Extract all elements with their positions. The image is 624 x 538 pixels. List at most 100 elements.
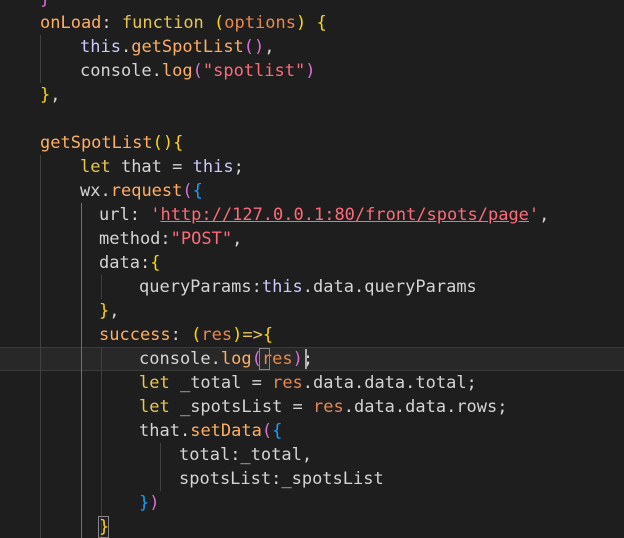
- code-token: log: [220, 349, 252, 369]
- code-token: ,: [50, 85, 61, 105]
- code-token: ): [295, 13, 307, 33]
- code-token: ': [528, 205, 540, 225]
- code-token: .data.data.total;: [302, 373, 477, 393]
- code-token: function: [121, 13, 204, 33]
- code-line-2[interactable]: onLoad: function (options) {: [40, 11, 327, 35]
- code-token: ): [232, 325, 243, 345]
- code-token: wx: [80, 181, 101, 201]
- code-token: ): [292, 349, 303, 369]
- code-token: _total =: [169, 373, 273, 393]
- code-token: ,: [109, 301, 120, 321]
- text-cursor: [305, 349, 307, 369]
- code-token: :_spotsList: [271, 469, 384, 489]
- code-line-14[interactable]: },: [99, 299, 120, 323]
- code-token: success: [99, 325, 171, 345]
- code-line-4[interactable]: console.log("spotlist"): [80, 59, 315, 83]
- code-token: :: [129, 205, 151, 225]
- code-token: {: [192, 181, 203, 201]
- code-token: console: [139, 349, 211, 369]
- code-line-22[interactable]: }): [139, 491, 160, 515]
- code-token: url: [99, 205, 130, 225]
- code-token: :: [160, 229, 171, 249]
- code-token: (){: [152, 133, 184, 153]
- code-token: :: [101, 13, 122, 33]
- code-line-20[interactable]: total:_total,: [179, 443, 312, 467]
- code-token: (): [243, 37, 265, 57]
- code-line-9[interactable]: wx.request({: [80, 179, 203, 203]
- code-line-15[interactable]: success: (res)=>{: [99, 323, 273, 347]
- code-line-18[interactable]: let _spotsList = res.data.data.rows;: [139, 395, 508, 419]
- code-token: ,: [264, 37, 275, 57]
- code-token: .: [100, 181, 111, 201]
- indent-guide: [101, 347, 102, 538]
- code-token: log: [161, 61, 193, 81]
- code-token: setData: [190, 421, 262, 441]
- code-token: (: [191, 325, 202, 345]
- code-token: }: [40, 85, 51, 105]
- code-token: this: [192, 157, 234, 177]
- code-token: let: [139, 373, 170, 393]
- code-line-7[interactable]: getSpotList(){: [40, 131, 183, 155]
- code-token: .: [151, 61, 162, 81]
- code-token: :_total,: [230, 445, 313, 465]
- code-token: ): [149, 493, 160, 513]
- code-token: getSpotList: [40, 133, 153, 153]
- code-token: onLoad: [40, 13, 102, 33]
- code-line-8[interactable]: let that = this;: [80, 155, 244, 179]
- code-token: (: [192, 61, 203, 81]
- code-token: that: [139, 421, 180, 441]
- code-token: }: [40, 0, 50, 9]
- code-token: (: [261, 421, 273, 441]
- code-token: this: [261, 277, 303, 297]
- bracket-match-open: [259, 348, 270, 370]
- code-token: .: [179, 421, 191, 441]
- code-token: getSpotList: [131, 37, 244, 57]
- url-link[interactable]: http://127.0.0.1:80/front/spots/page: [160, 205, 528, 225]
- code-line-1[interactable]: }: [40, 0, 50, 11]
- code-token: }: [139, 493, 150, 513]
- code-token: options: [224, 13, 296, 33]
- code-token: method: [99, 229, 161, 249]
- code-token: res: [272, 373, 303, 393]
- code-token: :: [139, 253, 151, 273]
- code-line-21[interactable]: spotsList:_spotsList: [179, 467, 384, 491]
- code-token: "POST": [170, 229, 233, 249]
- code-token: ': [150, 205, 161, 225]
- code-token: let: [80, 157, 111, 177]
- code-token: {: [262, 325, 274, 345]
- code-token: {: [316, 13, 327, 33]
- code-line-13[interactable]: queryParams:this.data.queryParams: [139, 275, 477, 299]
- code-token: }: [99, 301, 110, 321]
- indent-guide-active: [81, 203, 82, 538]
- bracket-match-close: [98, 516, 109, 538]
- code-line-16[interactable]: console.log(res);: [139, 347, 313, 371]
- code-token: request: [110, 181, 183, 201]
- code-line-10[interactable]: url: 'http://127.0.0.1:80/front/spots/pa…: [99, 203, 549, 227]
- code-token: that =: [110, 157, 193, 177]
- code-token: {: [150, 253, 161, 273]
- code-line-11[interactable]: method:"POST",: [99, 227, 242, 251]
- indent-guide: [40, 155, 41, 538]
- code-token: this: [80, 37, 121, 57]
- code-token: queryParams: [139, 277, 252, 297]
- indent-guide: [40, 35, 41, 83]
- code-token: ,: [232, 229, 243, 249]
- code-token: total: [179, 445, 231, 465]
- code-line-5[interactable]: },: [40, 83, 61, 107]
- code-token: :: [251, 277, 262, 297]
- code-token: ): [305, 61, 316, 81]
- code-line-12[interactable]: data:{: [99, 251, 160, 275]
- code-line-19[interactable]: that.setData({: [139, 419, 282, 443]
- code-line-17[interactable]: let _total = res.data.data.total;: [139, 371, 477, 395]
- code-line-3[interactable]: this.getSpotList(),: [80, 35, 275, 59]
- code-token: ;: [233, 157, 244, 177]
- code-token: .data.data.rows;: [343, 397, 508, 417]
- code-token: :: [170, 325, 192, 345]
- code-editor[interactable]: } onLoad: function (options) { this.getS…: [0, 0, 624, 538]
- code-token: {: [272, 421, 283, 441]
- code-token: console: [80, 61, 152, 81]
- code-token: (: [214, 13, 225, 33]
- code-token: data: [99, 253, 140, 273]
